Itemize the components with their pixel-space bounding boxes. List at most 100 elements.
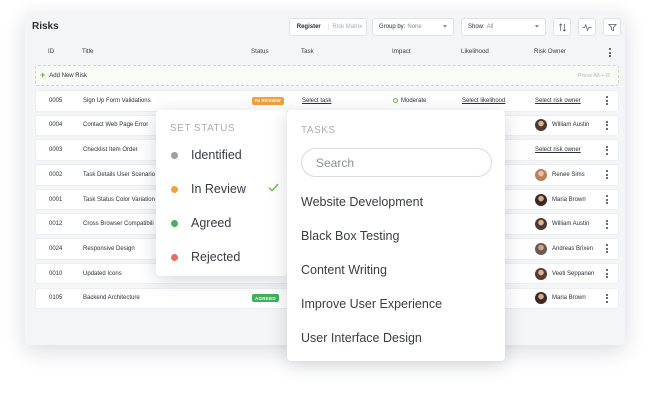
group-by-label: Group by: (379, 24, 406, 30)
owner-name: Renee Sims (552, 171, 585, 178)
row-id: 0002 (49, 171, 63, 178)
row-menu[interactable] (606, 239, 608, 259)
screen: Risks Register Risk Matrix Group by: Non… (0, 0, 650, 402)
status-dropdown-heading: SET STATUS (170, 123, 236, 134)
table-row[interactable]: 0005 Sign Up Form Validations IN REVIEW … (35, 90, 619, 112)
row-id: 0105 (49, 295, 63, 302)
impact-cell[interactable]: Moderate (393, 91, 426, 111)
kebab-menu-icon[interactable] (606, 219, 608, 229)
owner-cell[interactable]: Select risk owner (535, 140, 581, 160)
view-toggle: Register Risk Matrix (289, 18, 367, 36)
kebab-menu-icon[interactable] (606, 269, 608, 279)
avatar (535, 218, 547, 231)
column-header-task[interactable]: Task (301, 48, 314, 55)
task-option[interactable]: Black Box Testing (301, 226, 399, 246)
column-header-impact[interactable]: Impact (392, 48, 411, 55)
activity-button[interactable] (578, 18, 596, 36)
row-id: 0024 (49, 245, 63, 252)
row-id: 0004 (49, 122, 63, 129)
kebab-menu-icon[interactable] (606, 120, 608, 130)
row-id: 0001 (49, 196, 63, 203)
task-search-input[interactable]: Search (301, 148, 492, 177)
row-title[interactable]: Cross Browser Compatibili (83, 214, 154, 234)
status-option-label: In Review (191, 182, 246, 196)
column-header-id[interactable]: ID (48, 48, 54, 55)
status-cell[interactable]: IN REVIEW (252, 91, 284, 111)
kebab-menu-icon[interactable] (606, 293, 608, 303)
row-title[interactable]: Checklist Item Order (83, 140, 138, 160)
owner-cell[interactable]: Select risk owner (535, 91, 581, 111)
chevron-down-icon (443, 25, 447, 28)
kebab-menu-icon[interactable] (606, 170, 608, 180)
filter-button[interactable] (603, 18, 621, 36)
select-owner-link[interactable]: Select risk owner (535, 147, 581, 153)
row-title[interactable]: Updated Icons (83, 264, 122, 284)
row-id: 0003 (49, 147, 63, 154)
owner-cell[interactable]: Andreas Brixen (535, 239, 593, 259)
avatar (535, 242, 547, 255)
avatar (535, 168, 547, 181)
view-register-button[interactable]: Register (290, 24, 328, 30)
owner-cell[interactable]: Maria Brown (535, 190, 586, 210)
task-option[interactable]: Improve User Experience (301, 294, 442, 314)
row-menu[interactable] (606, 214, 608, 234)
kebab-menu-icon[interactable] (606, 96, 608, 106)
kebab-menu-icon[interactable] (606, 244, 608, 254)
row-menu[interactable] (606, 264, 608, 284)
kebab-menu-icon[interactable] (609, 48, 611, 57)
show-label: Show: (468, 24, 485, 30)
owner-cell[interactable]: Veeti Seppanen (535, 264, 594, 284)
owner-cell[interactable]: William Austin (535, 116, 589, 136)
task-cell[interactable]: Select task (302, 91, 331, 111)
select-task-link[interactable]: Select task (302, 98, 331, 104)
status-option-identified[interactable]: Identified (171, 143, 279, 167)
column-header-status[interactable]: Status (251, 48, 269, 55)
row-id: 0010 (49, 270, 63, 277)
kebab-menu-icon[interactable] (606, 145, 608, 155)
status-badge[interactable]: AGREED (252, 294, 279, 303)
row-menu[interactable] (606, 140, 608, 160)
status-cell[interactable]: AGREED (252, 289, 279, 309)
row-menu[interactable] (606, 116, 608, 136)
column-header-risk-owner[interactable]: Risk Owner (534, 48, 566, 55)
row-title[interactable]: Responsive Design (83, 239, 135, 259)
column-header-title[interactable]: Title (82, 48, 93, 55)
sort-button[interactable] (553, 18, 571, 36)
row-title[interactable]: Contact Web Page Error (83, 116, 148, 136)
task-option[interactable]: User Interface Design (301, 328, 422, 348)
row-title[interactable]: Sign Up Form Validations (83, 91, 151, 111)
row-menu[interactable] (606, 289, 608, 309)
status-badge[interactable]: IN REVIEW (252, 96, 284, 105)
kebab-menu-icon[interactable] (606, 195, 608, 204)
likelihood-cell[interactable]: Select likelihood (462, 91, 505, 111)
owner-name: Maria Brown (552, 196, 586, 203)
owner-cell[interactable]: Maria Brown (535, 289, 586, 309)
tasks-dropdown: TASKS Search Website Development Black B… (287, 110, 505, 361)
column-header-likelihood[interactable]: Likelihood (461, 48, 489, 55)
show-select[interactable]: Show: All (461, 18, 546, 36)
select-likelihood-link[interactable]: Select likelihood (462, 98, 505, 104)
view-matrix-button[interactable]: Risk Matrix (327, 24, 367, 30)
owner-cell[interactable]: William Austin (535, 214, 589, 234)
task-option[interactable]: Website Development (301, 192, 423, 212)
add-risk-row[interactable]: + Add New Risk Press Alt + R (35, 65, 619, 86)
status-option-rejected[interactable]: Rejected (171, 245, 279, 269)
owner-cell[interactable]: Renee Sims (535, 165, 585, 185)
status-option-agreed[interactable]: Agreed (171, 211, 279, 235)
group-by-select[interactable]: Group by: None (372, 18, 454, 36)
row-menu[interactable] (606, 165, 608, 185)
owner-name: Andreas Brixen (552, 245, 594, 252)
row-id: 0005 (49, 97, 63, 104)
select-owner-link[interactable]: Select risk owner (535, 98, 581, 104)
status-option-in-review[interactable]: In Review (171, 177, 279, 201)
status-dot (171, 253, 178, 261)
row-title[interactable]: Backend Architecture (83, 289, 140, 309)
status-option-label: Rejected (191, 250, 241, 264)
row-menu[interactable] (606, 190, 608, 210)
row-title[interactable]: Task Status Color Variation (83, 190, 155, 210)
row-title[interactable]: Task Details User Scenario (83, 165, 155, 185)
chevron-down-icon (535, 25, 539, 28)
row-menu[interactable] (606, 91, 608, 111)
task-option[interactable]: Content Writing (301, 260, 387, 280)
sort-icon (558, 22, 566, 32)
